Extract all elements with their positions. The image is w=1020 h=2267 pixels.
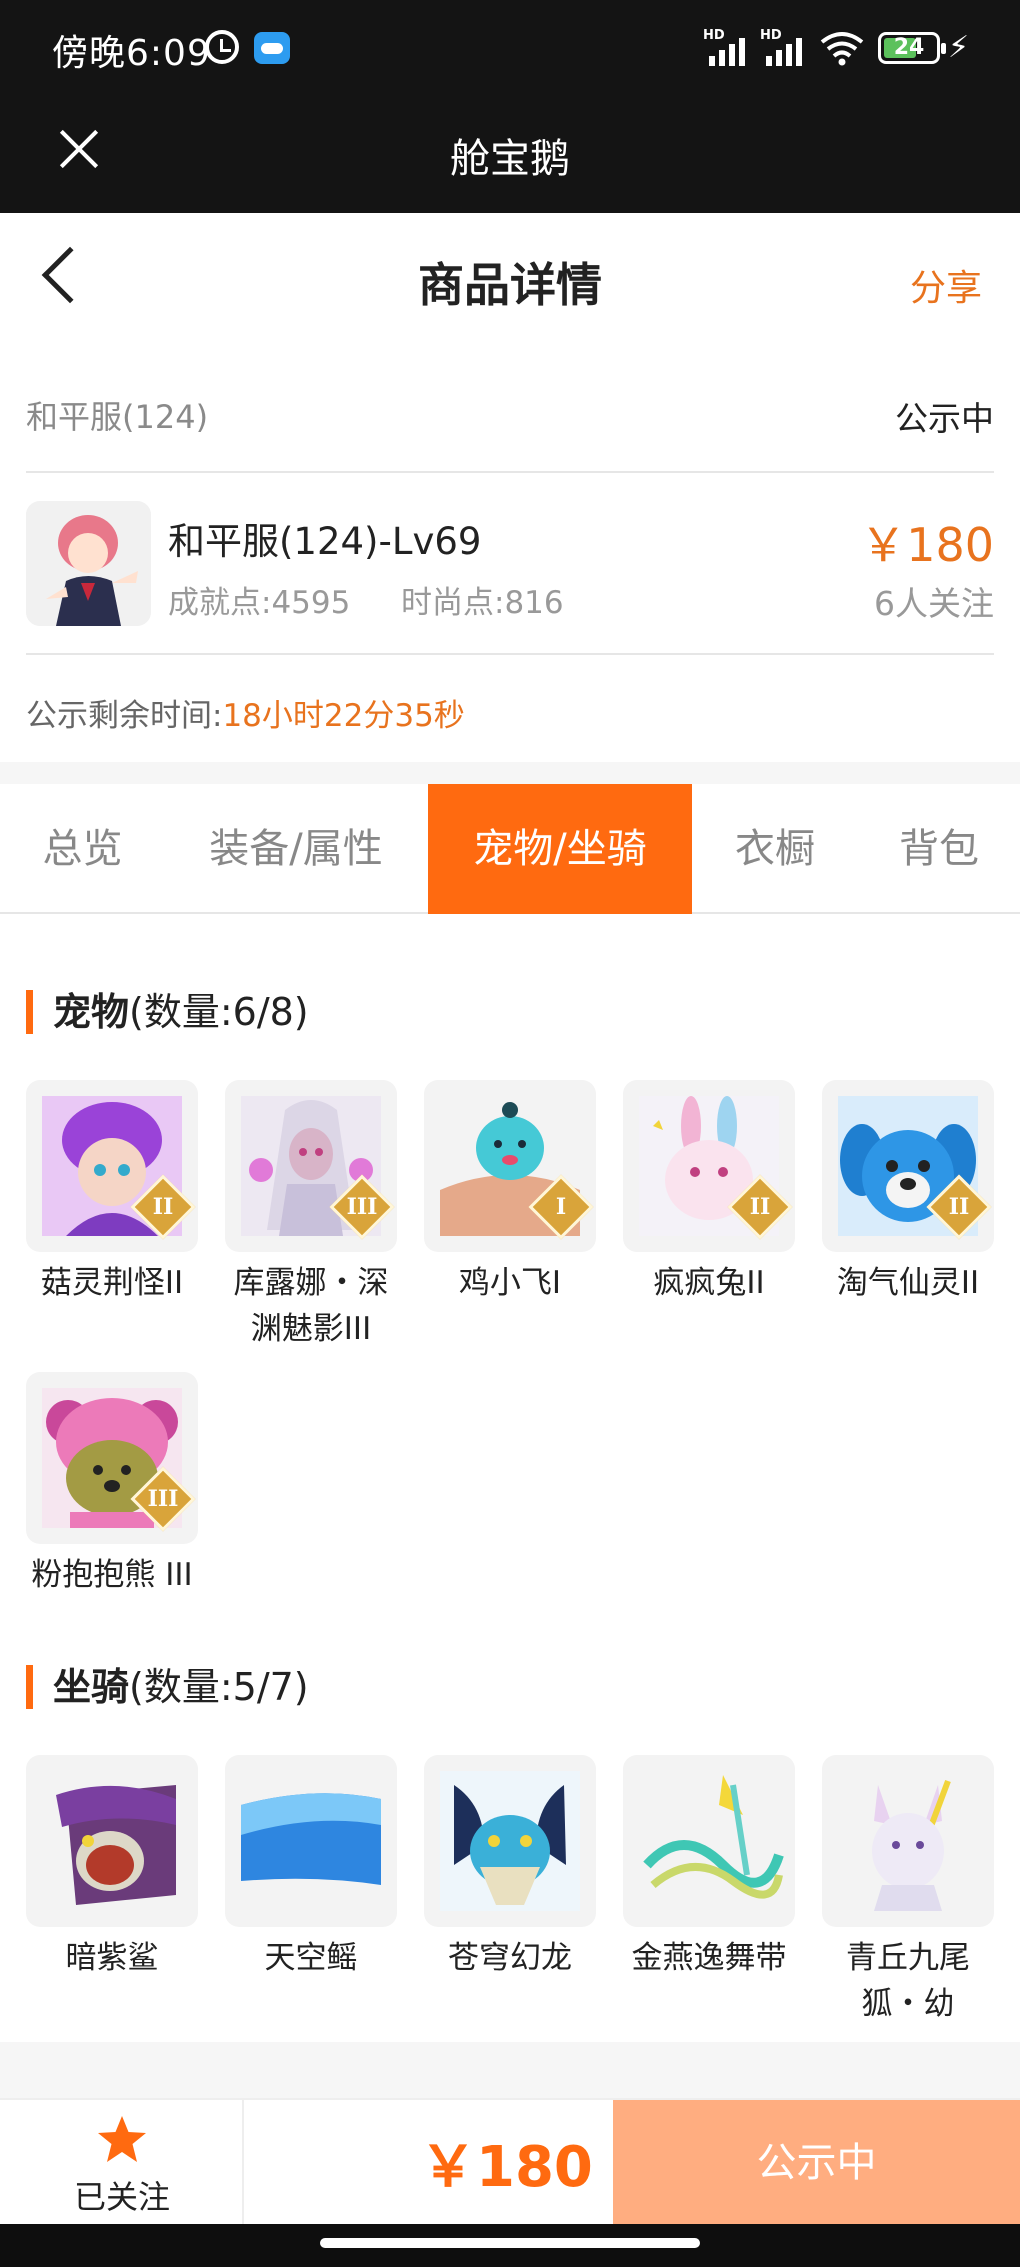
home-indicator [0, 2224, 1020, 2267]
mount-card[interactable]: 暗紫鲨 [26, 1755, 198, 1981]
mount-name: 暗紫鲨 [65, 1940, 159, 1976]
app-title-bar: 舱宝鹅 [0, 98, 1020, 213]
server-row: 和平服(124) 公示中 [26, 348, 994, 473]
mount-name: 苍穹幻龙 [448, 1940, 572, 1976]
signal-icon: HD [760, 28, 808, 66]
pet-name: 粉抱抱熊 III [31, 1557, 193, 1593]
pet-card[interactable]: I 鸡小飞I [424, 1080, 596, 1306]
app-title: 舱宝鹅 [450, 136, 570, 182]
mount-name: 天空鳐 [264, 1940, 358, 1976]
pets-title: 宠物 [53, 990, 130, 1034]
pet-name: 菇灵荆怪II [40, 1265, 184, 1301]
wifi-icon [818, 30, 866, 66]
tab-equipment[interactable]: 装备/属性 [165, 784, 427, 914]
publicity-status-button[interactable]: 公示中 [613, 2100, 1020, 2226]
tab-pets-mounts[interactable]: 宠物/坐骑 [428, 784, 692, 914]
share-button[interactable]: 分享 [910, 259, 982, 311]
pet-image: I [424, 1080, 596, 1252]
bottom-price: ￥180 [420, 2135, 593, 2200]
follow-label: 已关注 [73, 2178, 170, 2216]
product-name: 和平服(124)-Lv69 [168, 520, 482, 563]
server-name: 和平服(124) [26, 398, 209, 436]
mount-name: 青丘九尾狐・幼 [846, 1940, 970, 2022]
mount-card[interactable]: 金燕逸舞带 [623, 1755, 795, 1981]
pet-image: III [26, 1372, 198, 1544]
pet-card[interactable]: II 疯疯兔II [623, 1080, 795, 1306]
cloud-icon [254, 32, 290, 64]
pets-count: (数量:6/8) [129, 990, 309, 1034]
mount-card[interactable]: 苍穹幻龙 [424, 1755, 596, 1981]
status-time: 傍晚6:09 [52, 33, 211, 74]
achievement-points: 成就点:4595 [168, 585, 351, 621]
product-price: ￥180 [860, 518, 994, 572]
page-title: 商品详情 [418, 258, 602, 312]
pet-card[interactable]: III 库露娜・深渊魅影III [225, 1080, 397, 1352]
mount-image [225, 1755, 397, 1927]
mount-image [623, 1755, 795, 1927]
mount-name: 金燕逸舞带 [631, 1940, 787, 1976]
remaining-time: 公示剩余时间:18小时22分35秒 [26, 690, 465, 735]
character-avatar [26, 501, 151, 626]
pet-name: 淘气仙灵II [836, 1265, 980, 1301]
pet-card[interactable]: III 粉抱抱熊 III [26, 1372, 198, 1598]
remaining-label: 公示剩余时间: [26, 698, 223, 734]
divider [0, 2042, 1020, 2098]
follower-count: 6人关注 [874, 584, 994, 623]
pet-card[interactable]: II 菇灵荆怪II [26, 1080, 198, 1306]
fashion-points: 时尚点:816 [401, 585, 564, 621]
mounts-count: (数量:5/7) [129, 1665, 309, 1709]
listing-status: 公示中 [895, 399, 994, 438]
pet-image: II [26, 1080, 198, 1252]
tab-wardrobe[interactable]: 衣橱 [692, 784, 858, 914]
mount-image [26, 1755, 198, 1927]
alarm-icon [205, 30, 239, 64]
pet-image: II [822, 1080, 994, 1252]
pet-card[interactable]: II 淘气仙灵II [822, 1080, 994, 1306]
mount-image [424, 1755, 596, 1927]
pet-image: III [225, 1080, 397, 1252]
product-summary: 和平服(124)-Lv69 成就点:4595 时尚点:816 ￥180 6人关注 [26, 473, 994, 655]
mount-card[interactable]: 天空鳐 [225, 1755, 397, 1981]
pet-image: II [623, 1080, 795, 1252]
status-bar: 傍晚6:09 HD HD 24 ⚡ [0, 0, 1020, 98]
pet-name: 鸡小飞I [458, 1265, 562, 1301]
mount-card[interactable]: 青丘九尾狐・幼 [822, 1755, 994, 2027]
page-header: 商品详情 分享 [0, 213, 1020, 348]
star-icon [98, 2116, 146, 2162]
bottom-action-bar: 已关注 ￥180 公示中 [0, 2098, 1020, 2226]
charging-icon: ⚡ [948, 30, 970, 65]
tab-bag[interactable]: 背包 [858, 784, 1020, 914]
pet-name: 疯疯兔II [653, 1265, 765, 1301]
remaining-value: 18小时22分35秒 [222, 698, 465, 734]
follow-button[interactable]: 已关注 [0, 2100, 244, 2226]
signal-icon: HD [703, 28, 751, 66]
divider [0, 762, 1020, 784]
mount-image [822, 1755, 994, 1927]
tab-bar: 总览 装备/属性 宠物/坐骑 衣橱 背包 [0, 784, 1020, 914]
pets-section-title: 宠物(数量:6/8) [26, 990, 309, 1034]
battery-icon: 24 [878, 32, 946, 64]
tab-overview[interactable]: 总览 [0, 784, 165, 914]
mounts-title: 坐骑 [53, 1665, 130, 1709]
pet-name: 库露娜・深渊魅影III [233, 1265, 389, 1347]
mounts-section-title: 坐骑(数量:5/7) [26, 1665, 309, 1709]
